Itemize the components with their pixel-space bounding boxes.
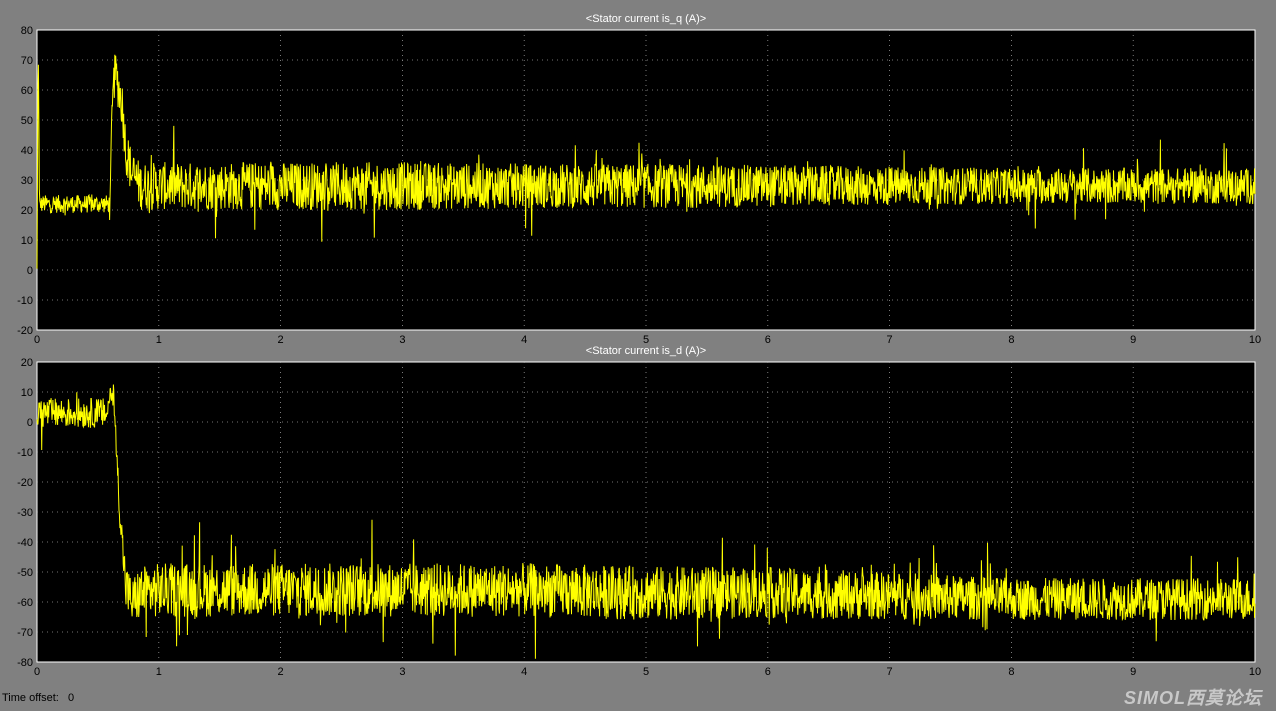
x-tick-label: 6 [765,666,771,678]
y-tick-label: -70 [17,627,33,639]
x-tick-label: 4 [521,334,527,346]
x-tick-label: 2 [278,334,284,346]
chart-panel-2: <Stator current is_d (A)> 0 1 2 3 4 5 6 7 8 9 10 20 1… [17,345,1261,678]
y-tick-label: 10 [21,387,33,399]
y-tick-label: -50 [17,567,33,579]
x-tick-label: 4 [521,666,527,678]
x-tick-label: 7 [887,666,893,678]
x-tick-label: 5 [643,666,649,678]
x-tick-label: 9 [1130,334,1136,346]
y-tick-label: 30 [21,175,33,187]
x-tick-label: 7 [887,334,893,346]
x-tick-label: 9 [1130,666,1136,678]
y-tick-label: 60 [21,85,33,97]
chart-panel-1: <Stator current is_q (A)>0 1 2 3 4 5 6 7 8 9 10807… [17,13,1261,346]
y-tick-label: 10 [21,235,33,247]
chart-title: <Stator current is_d (A)> [586,345,706,357]
x-tick-label: 0 [34,666,40,678]
y-tick-label: 20 [21,357,33,369]
y-tick-label: -40 [17,537,33,549]
x-tick-label: 1 [156,334,162,346]
y-tick-label: -60 [17,597,33,609]
x-tick-label: 8 [1008,334,1014,346]
time-offset-value: 0 [68,692,75,704]
x-tick-label: 0 [34,334,40,346]
chart-title: <Stator current is_q (A)> [586,13,706,25]
y-tick-label: 50 [21,115,33,127]
x-tick-label: 2 [278,666,284,678]
y-tick-label: 80 [21,25,33,37]
watermark-logo: SIMOL西莫论坛 [1124,688,1262,708]
x-tick-label: 8 [1008,666,1014,678]
y-tick-label: 0 [27,265,33,277]
y-tick-label: 20 [21,205,33,217]
x-tick-label: 6 [765,334,771,346]
x-tick-label: 10 [1249,666,1261,678]
x-tick-label: 10 [1249,334,1261,346]
x-tick-label: 1 [156,666,162,678]
y-tick-label: -10 [17,295,33,307]
scope-figure: <Stator current is_q (A)>0 1 2 3 4 5 6 7 8 9 10807… [17,13,1261,678]
y-tick-label: 40 [21,145,33,157]
y-tick-label: 0 [27,417,33,429]
y-tick-label: -20 [17,477,33,489]
x-tick-label: 3 [399,334,405,346]
y-tick-label: 70 [21,55,33,67]
y-tick-label: -30 [17,507,33,519]
y-tick-label: -20 [17,325,33,337]
time-offset-label: Time offset: [2,692,59,704]
y-tick-label: -80 [17,657,33,669]
x-tick-label: 3 [399,666,405,678]
y-tick-label: -10 [17,447,33,459]
